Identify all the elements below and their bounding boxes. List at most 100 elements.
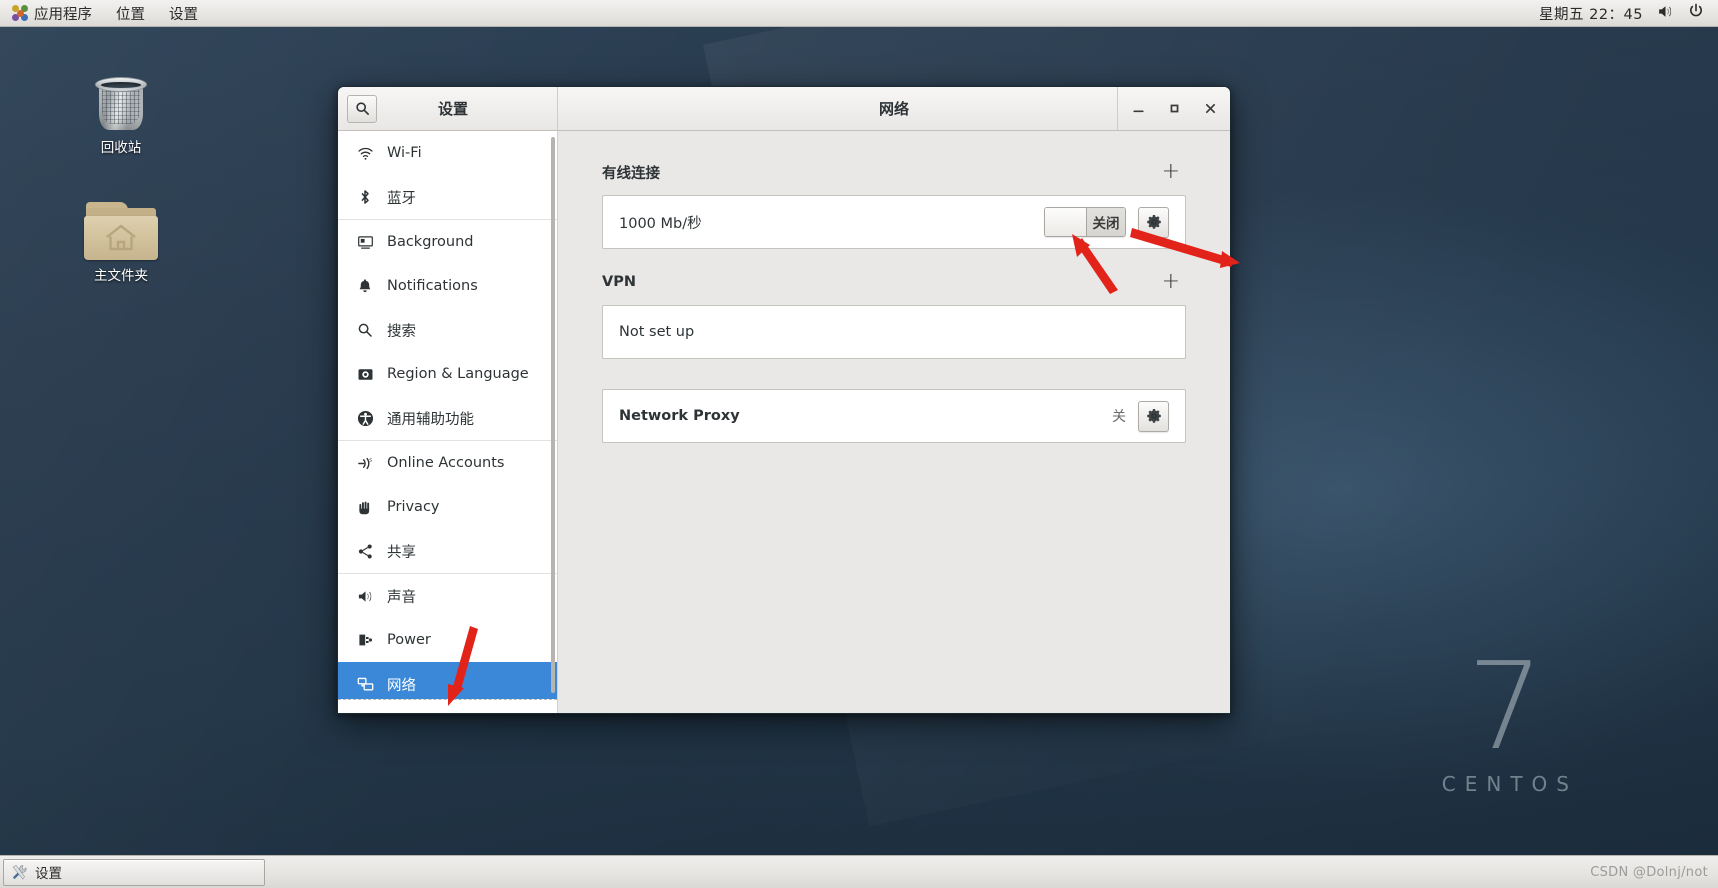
network-proxy-label: Network Proxy [619, 408, 740, 424]
region-language-icon [356, 365, 374, 383]
search-icon [356, 321, 374, 339]
applications-menu-label: 应用程序 [34, 6, 92, 23]
add-wired-button[interactable]: + [1156, 161, 1186, 183]
sidebar-item-label: Notifications [387, 278, 478, 294]
wired-speed-label: 1000 Mb/秒 [619, 215, 702, 232]
sidebar-item-label: 共享 [387, 544, 416, 561]
desktop-icon-trash-label: 回收站 [100, 140, 142, 156]
csdn-watermark: CSDN @Dolnj/not [1590, 864, 1708, 880]
sidebar-item-label: 声音 [387, 589, 416, 606]
desktop-icon-home-label: 主文件夹 [94, 268, 148, 284]
minimize-button[interactable] [1120, 87, 1156, 130]
sidebar-item-bluetooth[interactable]: 蓝牙 [338, 175, 557, 219]
sound-icon [356, 587, 374, 605]
sidebar-item-label: 通用辅助功能 [387, 411, 474, 428]
bluetooth-icon [356, 188, 374, 206]
sidebar-item-label: Wi-Fi [387, 145, 422, 161]
window-titlebar: 设置 网络 [338, 87, 1230, 131]
network-panel: 有线连接 + 1000 Mb/秒 关闭 VPN + Not set up Net… [558, 131, 1230, 713]
sidebar-item-label: Online Accounts [387, 455, 505, 471]
sidebar-item-accessibility[interactable]: 通用辅助功能 [338, 396, 557, 440]
window-body: Wi-Fi 蓝牙 Background Notifications 搜索 Reg… [338, 131, 1230, 713]
system-menu[interactable]: 设置 [157, 0, 210, 26]
settings-window: 设置 网络 Wi-Fi 蓝牙 Background Notifications … [337, 86, 1231, 714]
panel-status-area: 星期五 22：45 [1539, 0, 1718, 26]
close-button[interactable] [1192, 87, 1228, 130]
sidebar-item-region-language[interactable]: Region & Language [338, 352, 557, 396]
power-icon[interactable] [1688, 3, 1704, 23]
sidebar-item-privacy[interactable]: Privacy [338, 485, 557, 529]
window-controls [1117, 87, 1230, 130]
vpn-section-title: VPN [602, 274, 636, 290]
home-folder-icon [82, 200, 160, 262]
desktop-icon-trash[interactable]: 回收站 [66, 72, 176, 156]
maximize-button[interactable] [1156, 87, 1192, 130]
applications-icon [12, 5, 28, 21]
titlebar-left: 设置 [338, 87, 558, 130]
bell-icon [356, 277, 374, 295]
taskbar-window-label: 设置 [35, 866, 62, 882]
network-proxy-controls: 关 [1112, 400, 1169, 432]
titlebar-right: 网络 [558, 87, 1230, 130]
wifi-icon [356, 144, 374, 162]
sidebar-item-label: Privacy [387, 499, 440, 515]
gear-icon [1146, 409, 1161, 423]
wired-section-header: 有线连接 + [602, 161, 1186, 183]
wired-row-controls: 关闭 [1044, 206, 1169, 238]
wired-connection-row: 1000 Mb/秒 关闭 [602, 195, 1186, 249]
wired-settings-button[interactable] [1138, 206, 1169, 238]
settings-sidebar: Wi-Fi 蓝牙 Background Notifications 搜索 Reg… [338, 131, 558, 713]
desktop-icon-home[interactable]: 主文件夹 [66, 200, 176, 284]
sidebar-item-label: Power [387, 632, 431, 648]
toggle-knob [1045, 208, 1087, 236]
clock[interactable]: 星期五 22：45 [1539, 3, 1643, 24]
accessibility-icon [356, 409, 374, 427]
applications-menu[interactable]: 应用程序 [0, 0, 104, 26]
sidebar-item-wifi[interactable]: Wi-Fi [338, 131, 557, 175]
sidebar-item-notifications[interactable]: Notifications [338, 264, 557, 308]
power-plug-icon [356, 631, 374, 649]
sidebar-list: Wi-Fi 蓝牙 Background Notifications 搜索 Reg… [338, 131, 557, 706]
system-menu-label: 设置 [169, 6, 198, 23]
places-menu[interactable]: 位置 [104, 0, 157, 26]
network-panel-inner: 有线连接 + 1000 Mb/秒 关闭 VPN + Not set up Net… [558, 131, 1230, 443]
sidebar-item-online-accounts[interactable]: s Online Accounts [338, 441, 557, 485]
places-menu-label: 位置 [116, 6, 145, 23]
sidebar-item-sound[interactable]: 声音 [338, 574, 557, 618]
sidebar-item-label: 蓝牙 [387, 190, 416, 207]
sidebar-item-label: Background [387, 234, 474, 250]
network-proxy-settings-button[interactable] [1138, 400, 1169, 432]
sidebar-item-label: 网络 [387, 677, 416, 694]
volume-icon[interactable] [1657, 3, 1674, 24]
network-proxy-row: Network Proxy 关 [602, 389, 1186, 443]
panel-menu: 应用程序 位置 设置 [0, 0, 210, 26]
taskbar: 设置 CSDN @Dolnj/not [0, 855, 1718, 888]
gear-icon [1146, 215, 1161, 229]
sidebar-item-label: Region & Language [387, 366, 529, 382]
background-icon [356, 233, 374, 251]
vpn-row[interactable]: Not set up [602, 305, 1186, 359]
settings-title: 设置 [437, 100, 468, 118]
network-icon [356, 675, 374, 693]
wired-toggle-switch[interactable]: 关闭 [1044, 207, 1126, 237]
taskbar-window-settings[interactable]: 设置 [3, 858, 265, 886]
sidebar-scrollbar[interactable] [551, 137, 555, 693]
sharing-icon [356, 542, 374, 560]
wired-section-title: 有线连接 [602, 165, 660, 182]
online-accounts-icon: s [356, 454, 374, 472]
sidebar-item-sharing[interactable]: 共享 [338, 529, 557, 573]
network-proxy-status: 关 [1112, 409, 1126, 425]
sidebar-item-power[interactable]: Power [338, 618, 557, 662]
add-vpn-button[interactable]: + [1156, 271, 1186, 293]
tools-icon [11, 864, 28, 881]
trash-icon [90, 72, 152, 134]
privacy-hand-icon [356, 498, 374, 516]
svg-text:s: s [369, 457, 372, 463]
vpn-status-label: Not set up [619, 324, 695, 340]
sidebar-bottom-edge [338, 699, 557, 713]
toggle-state-label: 关闭 [1087, 208, 1125, 236]
sidebar-item-search[interactable]: 搜索 [338, 308, 557, 352]
sidebar-item-label: 搜索 [387, 323, 416, 340]
sidebar-item-background[interactable]: Background [338, 220, 557, 264]
vpn-section-header: VPN + [602, 271, 1186, 293]
